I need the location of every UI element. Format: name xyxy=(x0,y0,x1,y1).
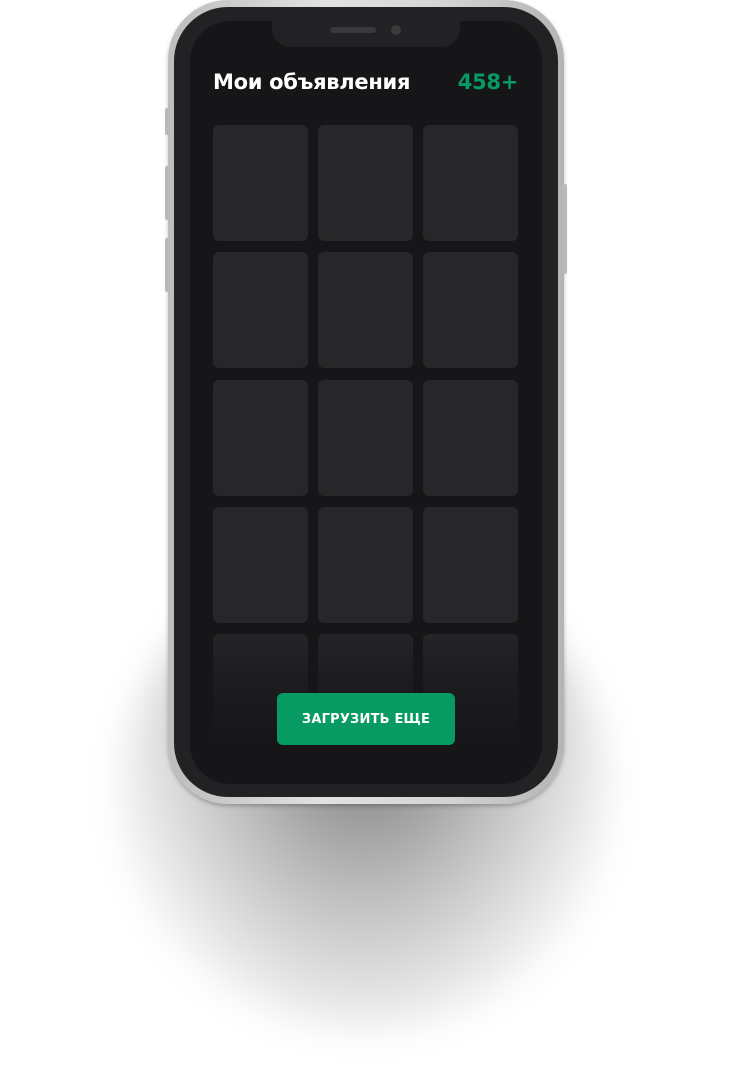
listing-tile[interactable] xyxy=(318,507,413,623)
page-title: Мои объявления xyxy=(213,70,411,94)
listings-count-badge: 458+ xyxy=(457,70,519,94)
phone-power-button xyxy=(562,184,567,274)
phone-notch xyxy=(272,21,460,47)
camera-icon xyxy=(391,25,401,35)
listing-tile[interactable] xyxy=(213,125,308,241)
listing-tile[interactable] xyxy=(423,380,518,496)
listing-tile[interactable] xyxy=(318,252,413,368)
listing-tile[interactable] xyxy=(423,125,518,241)
speaker-icon xyxy=(330,27,376,33)
listing-tile[interactable] xyxy=(213,252,308,368)
listing-tile[interactable] xyxy=(423,252,518,368)
listing-tile[interactable] xyxy=(213,380,308,496)
listing-tile[interactable] xyxy=(423,507,518,623)
phone-mute-switch xyxy=(165,108,170,135)
phone-volume-down-button xyxy=(165,238,170,292)
listing-tile[interactable] xyxy=(318,380,413,496)
listing-tile[interactable] xyxy=(213,507,308,623)
load-more-button[interactable]: ЗАГРУЗИТЬ ЕЩЕ xyxy=(277,693,455,745)
listing-tile[interactable] xyxy=(318,125,413,241)
phone-volume-up-button xyxy=(165,166,170,220)
